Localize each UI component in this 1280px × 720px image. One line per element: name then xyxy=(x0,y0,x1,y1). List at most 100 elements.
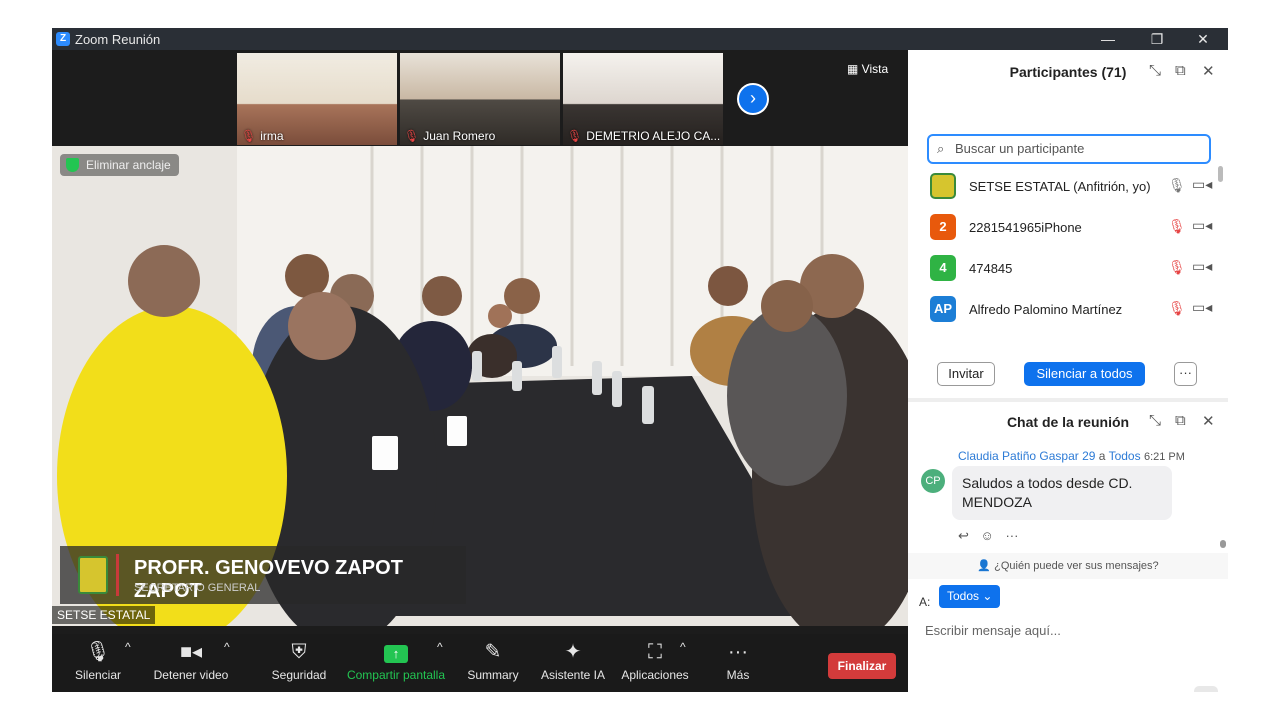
summary-button[interactable]: ✎ Summary xyxy=(464,640,522,682)
thumbnail-name: 🎙 DEMETRIO ALEJO CA... xyxy=(567,129,721,143)
chat-sender[interactable]: Claudia Patiño Gaspar 29 xyxy=(958,449,1095,463)
audio-options-chevron-icon[interactable]: ^ xyxy=(125,640,131,654)
participants-scrollbar[interactable] xyxy=(1218,166,1223,182)
restore-button[interactable]: ❐ xyxy=(1142,30,1172,48)
pop-out-icon[interactable]: ⧉ xyxy=(1175,412,1186,429)
view-button[interactable]: ▦ Vista xyxy=(847,62,888,76)
summary-icon: ✎ xyxy=(484,641,502,663)
ai-assistant-button[interactable]: ✦ Asistente IA xyxy=(539,640,607,682)
avatar: CP xyxy=(921,469,945,493)
emoji-reaction-icon[interactable]: ☺ xyxy=(981,528,994,543)
avatar: 4 xyxy=(930,255,956,281)
muted-mic-icon[interactable]: 🎙 xyxy=(1168,300,1186,317)
participant-row[interactable]: 2 2281541965iPhone 🎙 ▭◂ xyxy=(928,207,1218,248)
union-emblem-icon xyxy=(78,556,108,594)
participant-thumbnail[interactable]: 🎙 irma xyxy=(237,53,397,145)
apps-options-chevron-icon[interactable]: ^ xyxy=(680,640,686,654)
muted-mic-icon[interactable]: 🎙 xyxy=(1168,218,1186,235)
person-icon: 👤 xyxy=(977,560,995,572)
participant-row[interactable]: SETSE ESTATAL (Anfitrión, yo) 🎙 ▭◂ xyxy=(928,166,1218,207)
participant-name: 2281541965iPhone xyxy=(969,220,1082,235)
send-icon[interactable]: ➤ xyxy=(1194,686,1218,692)
participants-header: Participantes (71) ⤡ ⧉ ✕ xyxy=(908,50,1228,92)
recipient-label: A: xyxy=(919,595,931,609)
mute-button[interactable]: 🎙 Silenciar xyxy=(74,640,122,682)
recipient-dropdown[interactable]: Todos ⌄ xyxy=(939,585,1001,608)
lower-third-caption: PROFR. GENOVEVO ZAPOT ZAPOT SECRETARIO G… xyxy=(60,546,466,604)
unpin-badge[interactable]: Eliminar anclaje xyxy=(60,154,179,176)
video-off-icon[interactable]: ▭◂ xyxy=(1192,258,1212,275)
close-icon[interactable]: ✕ xyxy=(1202,412,1215,430)
video-area: 🎙 irma 🎙 Juan Romero 🎙 DEMETRIO ALEJO CA...… xyxy=(52,50,908,634)
share-screen-button[interactable]: ↑ Compartir pantalla xyxy=(345,640,447,682)
chat-scrollbar[interactable] xyxy=(1220,540,1226,548)
video-options-chevron-icon[interactable]: ^ xyxy=(224,640,230,654)
participant-search-input[interactable]: ⌕ Buscar un participante xyxy=(927,134,1211,164)
chat-header: Chat de la reunión ⤡ ⧉ ✕ xyxy=(908,400,1228,442)
participant-name: SETSE ESTATAL (Anfitrión, yo) xyxy=(969,179,1151,194)
muted-mic-icon: 🎙 xyxy=(404,129,420,143)
message-actions: ↩ ☺ ··· xyxy=(958,528,1026,544)
search-icon: ⌕ xyxy=(937,141,945,156)
participant-thumbnail[interactable]: 🎙 DEMETRIO ALEJO CA... xyxy=(563,53,723,145)
minimize-button[interactable]: — xyxy=(1093,30,1123,48)
caption-name: PROFR. GENOVEVO ZAPOT ZAPOT xyxy=(134,557,403,602)
more-options-button[interactable]: ··· xyxy=(1174,362,1197,386)
zoom-logo-icon: Z xyxy=(56,32,70,46)
stop-video-button[interactable]: ■◂ Detener video xyxy=(152,640,230,682)
participant-row[interactable]: 4 474845 🎙 ▭◂ xyxy=(928,248,1218,289)
speaker-name-label: SETSE ESTATAL xyxy=(52,606,156,624)
end-meeting-button[interactable]: Finalizar xyxy=(828,653,896,679)
collapse-icon[interactable]: ⤡ xyxy=(1149,412,1161,429)
grid-icon: ▦ xyxy=(847,62,862,76)
share-arrow-icon: ↑ xyxy=(345,640,447,664)
avatar: 2 xyxy=(930,214,956,240)
video-camera-icon: ■◂ xyxy=(179,641,203,663)
close-icon[interactable]: ✕ xyxy=(1202,62,1215,80)
participant-thumbnail[interactable]: 🎙 Juan Romero xyxy=(400,53,560,145)
next-page-arrow-icon[interactable]: › xyxy=(737,83,769,115)
avatar xyxy=(930,173,956,199)
share-options-chevron-icon[interactable]: ^ xyxy=(437,640,443,654)
thumbnail-name: 🎙 irma xyxy=(241,129,284,143)
chat-timestamp: 6:21 PM xyxy=(1143,451,1185,463)
microphone-icon: 🎙 xyxy=(85,641,111,663)
thumbnail-name: 🎙 Juan Romero xyxy=(404,129,496,143)
video-camera-icon[interactable]: ▭◂ xyxy=(1192,217,1212,234)
pop-out-icon[interactable]: ⧉ xyxy=(1175,62,1186,79)
chat-message-input[interactable] xyxy=(925,620,1205,640)
chat-message-meta: Claudia Patiño Gaspar 29 a Todos 6:21 PM xyxy=(958,449,1185,463)
close-window-button[interactable]: ✕ xyxy=(1188,30,1218,48)
caption-divider xyxy=(116,554,119,596)
caption-role: SECRETARIO GENERAL xyxy=(134,582,261,594)
participant-name: 474845 xyxy=(969,261,1013,276)
more-button[interactable]: ··· Más xyxy=(722,640,754,682)
muted-mic-icon[interactable]: 🎙 xyxy=(1168,259,1186,276)
more-dots-icon: ··· xyxy=(728,641,748,663)
video-camera-icon[interactable]: ▭◂ xyxy=(1192,299,1212,316)
collapse-icon[interactable]: ⤡ xyxy=(1149,62,1161,79)
main-speaker-video[interactable]: Eliminar anclaje PROFR. GENOVEVO ZAPOT Z… xyxy=(52,146,908,626)
video-camera-icon[interactable]: ▭◂ xyxy=(1192,176,1212,193)
chat-recipient[interactable]: Todos xyxy=(1109,449,1141,463)
muted-mic-icon: 🎙 xyxy=(567,129,583,143)
window-title: Zoom Reunión xyxy=(75,32,161,47)
reply-icon[interactable]: ↩ xyxy=(958,528,969,543)
title-bar: Z Zoom Reunión — ❐ ✕ xyxy=(52,28,1228,50)
muted-mic-icon: 🎙 xyxy=(241,129,257,143)
shield-icon: ⛨ xyxy=(291,641,307,663)
who-can-see-messages[interactable]: 👤 ¿Quién puede ver sus mensajes? xyxy=(908,553,1228,579)
more-dots-icon[interactable]: ··· xyxy=(1005,528,1018,543)
side-panel: Participantes (71) ⤡ ⧉ ✕ ⌕ Buscar un par… xyxy=(908,50,1228,692)
chat-message: Saludos a todos desde CD. MENDOZA xyxy=(952,466,1172,520)
microphone-icon[interactable]: 🎙 xyxy=(1168,177,1186,194)
sparkle-icon: ✦ xyxy=(564,641,582,663)
security-button[interactable]: ⛨ Seguridad xyxy=(270,640,328,682)
participant-row[interactable]: AP Alfredo Palomino Martínez 🎙 ▭◂ xyxy=(928,289,1218,330)
avatar: AP xyxy=(930,296,956,322)
shield-icon xyxy=(66,158,79,172)
mute-all-button[interactable]: Silenciar a todos xyxy=(1024,362,1145,386)
invite-button[interactable]: Invitar xyxy=(937,362,995,386)
zoom-window: Z Zoom Reunión — ❐ ✕ 🎙 irma 🎙 Juan Romero … xyxy=(52,28,1228,692)
meeting-toolbar: 🎙 Silenciar ^ ■◂ Detener video ^ ⛨ Segurida… xyxy=(52,634,908,692)
